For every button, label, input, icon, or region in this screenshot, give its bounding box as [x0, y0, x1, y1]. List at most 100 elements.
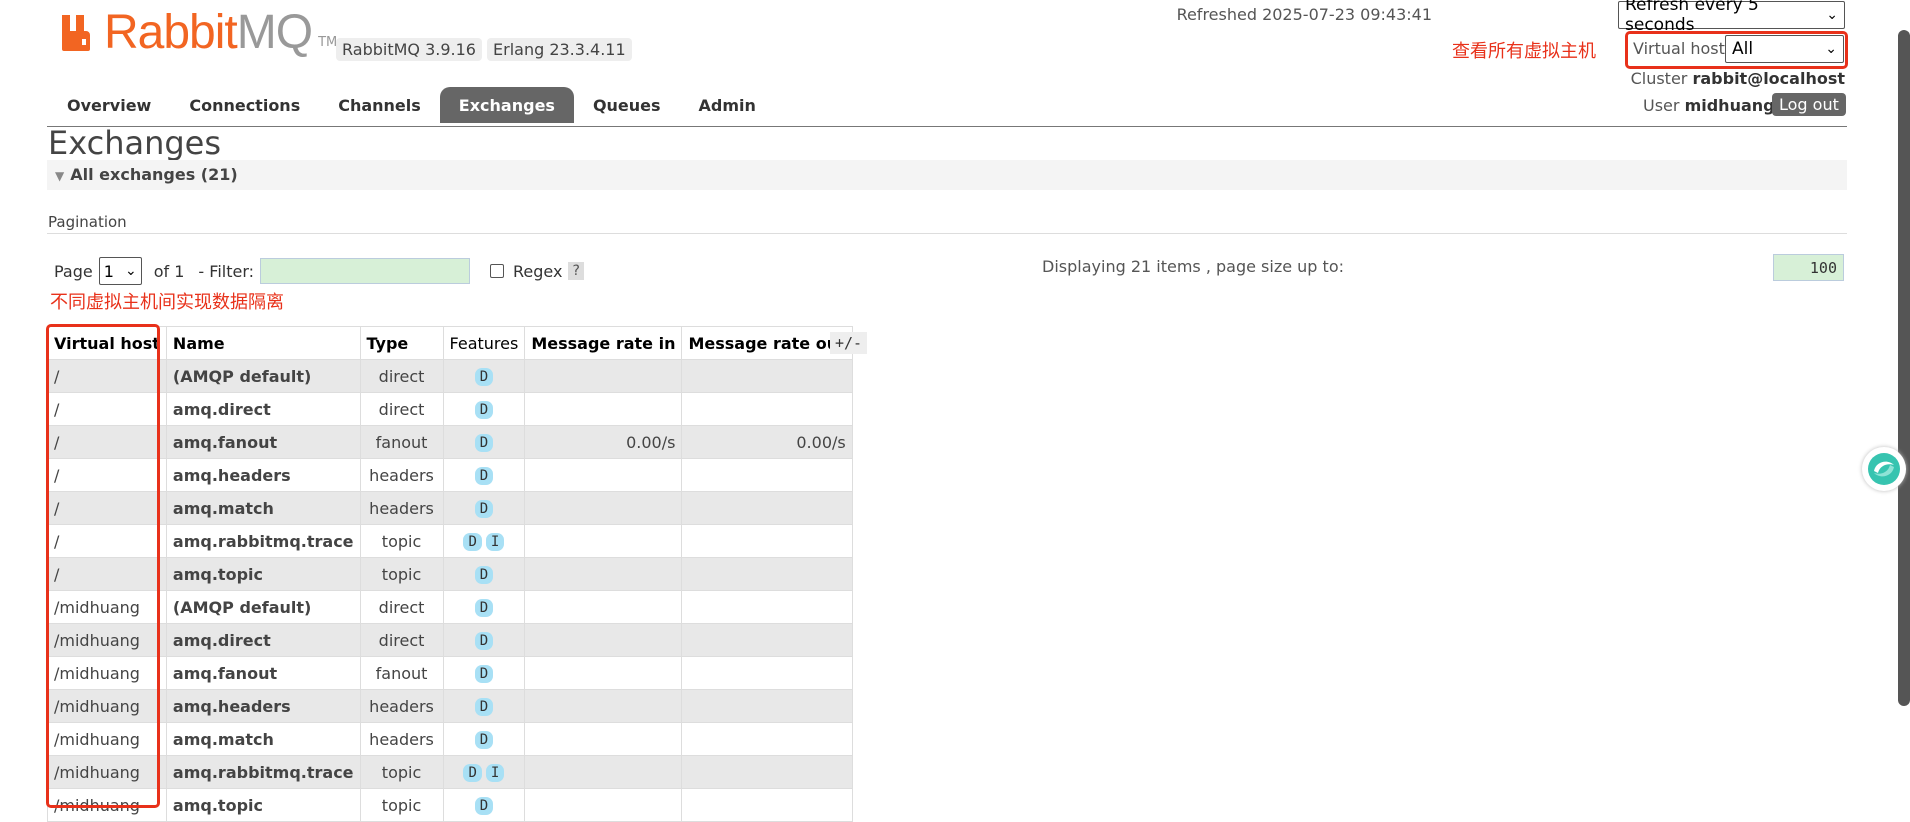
cell-message-rate-in: [524, 524, 683, 558]
cell-message-rate-in: [524, 491, 683, 525]
section-toggle[interactable]: ▼ All exchanges (21): [55, 165, 238, 184]
cell-message-rate-out: [681, 722, 853, 756]
table-row[interactable]: / (AMQP default) direct D: [47, 359, 853, 393]
tab-channels[interactable]: Channels: [319, 87, 440, 123]
col-name[interactable]: Name: [165, 326, 361, 360]
tab-queues[interactable]: Queues: [574, 87, 680, 123]
cell-exchange-name-link[interactable]: (AMQP default): [165, 359, 361, 393]
col-message-rate-in[interactable]: Message rate in: [524, 326, 683, 360]
regex-help-button[interactable]: ?: [568, 262, 584, 280]
table-row[interactable]: /midhuang amq.match headers D: [47, 722, 853, 756]
assistant-swirl-icon: [1868, 453, 1900, 485]
feature-badge: D: [474, 632, 494, 650]
cell-type: fanout: [359, 656, 444, 690]
filter-input[interactable]: [260, 258, 471, 284]
filter-label: - Filter:: [198, 261, 255, 281]
feature-badge: D: [474, 665, 494, 683]
cell-exchange-name-link[interactable]: amq.direct: [165, 392, 361, 426]
section-bar[interactable]: [47, 160, 1847, 190]
tab-overview[interactable]: Overview: [48, 87, 170, 123]
table-row[interactable]: /midhuang (AMQP default) direct D: [47, 590, 853, 624]
column-toggle-button[interactable]: +/-: [830, 332, 868, 354]
table-row[interactable]: / amq.topic topic D: [47, 557, 853, 591]
feature-badge: D: [474, 467, 494, 485]
cell-exchange-name-link[interactable]: amq.topic: [165, 557, 361, 591]
cell-message-rate-in: [524, 392, 683, 426]
cell-type: headers: [359, 458, 444, 492]
cell-type: direct: [359, 392, 444, 426]
feature-badge: I: [485, 533, 505, 551]
cell-message-rate-in: [524, 755, 683, 789]
cell-exchange-name-link[interactable]: amq.headers: [165, 689, 361, 723]
table-row[interactable]: / amq.fanout fanout D 0.00/s 0.00/s: [47, 425, 853, 459]
page-size-input[interactable]: 100: [1773, 254, 1844, 281]
cell-exchange-name-link[interactable]: amq.rabbitmq.trace: [165, 524, 361, 558]
cell-exchange-name-link[interactable]: amq.topic: [165, 788, 361, 822]
cell-type: headers: [359, 491, 444, 525]
rabbitmq-logo[interactable]: RabbitMQ TM: [60, 8, 337, 58]
cell-features: D: [442, 425, 526, 459]
cell-features: D: [442, 623, 526, 657]
user-info: User midhuang: [1643, 96, 1775, 115]
chevron-down-icon: ⌄: [1826, 7, 1838, 23]
cell-exchange-name-link[interactable]: amq.direct: [165, 623, 361, 657]
col-features[interactable]: Features: [442, 326, 526, 360]
triangle-down-icon: ▼: [55, 169, 65, 183]
cell-type: direct: [359, 359, 444, 393]
table-row[interactable]: /midhuang amq.topic topic D: [47, 788, 853, 822]
cell-type: topic: [359, 788, 444, 822]
cell-message-rate-in: [524, 590, 683, 624]
logout-button[interactable]: Log out: [1772, 93, 1846, 116]
cell-features: D: [442, 722, 526, 756]
cell-exchange-name-link[interactable]: amq.fanout: [165, 425, 361, 459]
col-message-rate-out[interactable]: Message rate out: [681, 326, 853, 360]
cell-type: direct: [359, 623, 444, 657]
feature-badge: D: [463, 764, 482, 782]
tab-exchanges[interactable]: Exchanges: [439, 87, 574, 123]
tab-admin[interactable]: Admin: [680, 87, 775, 123]
table-row[interactable]: /midhuang amq.headers headers D: [47, 689, 853, 723]
table-row[interactable]: / amq.match headers D: [47, 491, 853, 525]
cell-type: topic: [359, 524, 444, 558]
table-row[interactable]: / amq.rabbitmq.trace topic D I: [47, 524, 853, 558]
vhost-select-value: All: [1732, 39, 1754, 59]
table-row[interactable]: / amq.direct direct D: [47, 392, 853, 426]
display-count-info: Displaying 21 items , page size up to:: [1042, 257, 1344, 276]
table-row[interactable]: /midhuang amq.fanout fanout D: [47, 656, 853, 690]
cell-exchange-name-link[interactable]: amq.match: [165, 491, 361, 525]
cell-type: direct: [359, 590, 444, 624]
regex-checkbox[interactable]: [490, 264, 505, 278]
section-label-text: All exchanges (21): [70, 165, 238, 184]
assistant-button[interactable]: [1862, 447, 1906, 491]
regex-label: Regex: [513, 261, 563, 281]
cell-features: D: [442, 590, 526, 624]
cell-message-rate-in: [524, 623, 683, 657]
cell-exchange-name-link[interactable]: amq.fanout: [165, 656, 361, 690]
cell-exchange-name-link[interactable]: amq.headers: [165, 458, 361, 492]
cell-exchange-name-link[interactable]: amq.rabbitmq.trace: [165, 755, 361, 789]
refresh-interval-select[interactable]: Refresh every 5 seconds ⌄: [1618, 0, 1845, 35]
cell-exchange-name-link[interactable]: amq.match: [165, 722, 361, 756]
vertical-scrollbar[interactable]: [1898, 30, 1910, 706]
feature-badge: D: [474, 368, 494, 386]
cell-message-rate-in: [524, 359, 683, 393]
cell-message-rate-in: [524, 689, 683, 723]
refreshed-timestamp: Refreshed 2025-07-23 09:43:41: [1176, 5, 1432, 24]
cell-type: topic: [359, 755, 444, 789]
tab-connections[interactable]: Connections: [170, 87, 319, 123]
vhost-select[interactable]: All ⌄: [1725, 35, 1844, 63]
table-row[interactable]: / amq.headers headers D: [47, 458, 853, 492]
cell-exchange-name-link[interactable]: (AMQP default): [165, 590, 361, 624]
cell-message-rate-out: [681, 392, 853, 426]
page-select[interactable]: 1 ⌄: [98, 257, 142, 285]
col-type[interactable]: Type: [359, 326, 444, 360]
rabbit-logo-icon: [62, 15, 90, 51]
cell-message-rate-out: [681, 557, 853, 591]
main-nav-tabs: Overview Connections Channels Exchanges …: [48, 87, 775, 123]
cell-message-rate-out: [681, 788, 853, 822]
erlang-badge: Erlang 23.3.4.11: [487, 38, 632, 61]
table-row[interactable]: /midhuang amq.rabbitmq.trace topic D I: [47, 755, 853, 789]
table-row[interactable]: /midhuang amq.direct direct D: [47, 623, 853, 657]
cell-message-rate-out: [681, 755, 853, 789]
feature-badge: I: [485, 764, 505, 782]
